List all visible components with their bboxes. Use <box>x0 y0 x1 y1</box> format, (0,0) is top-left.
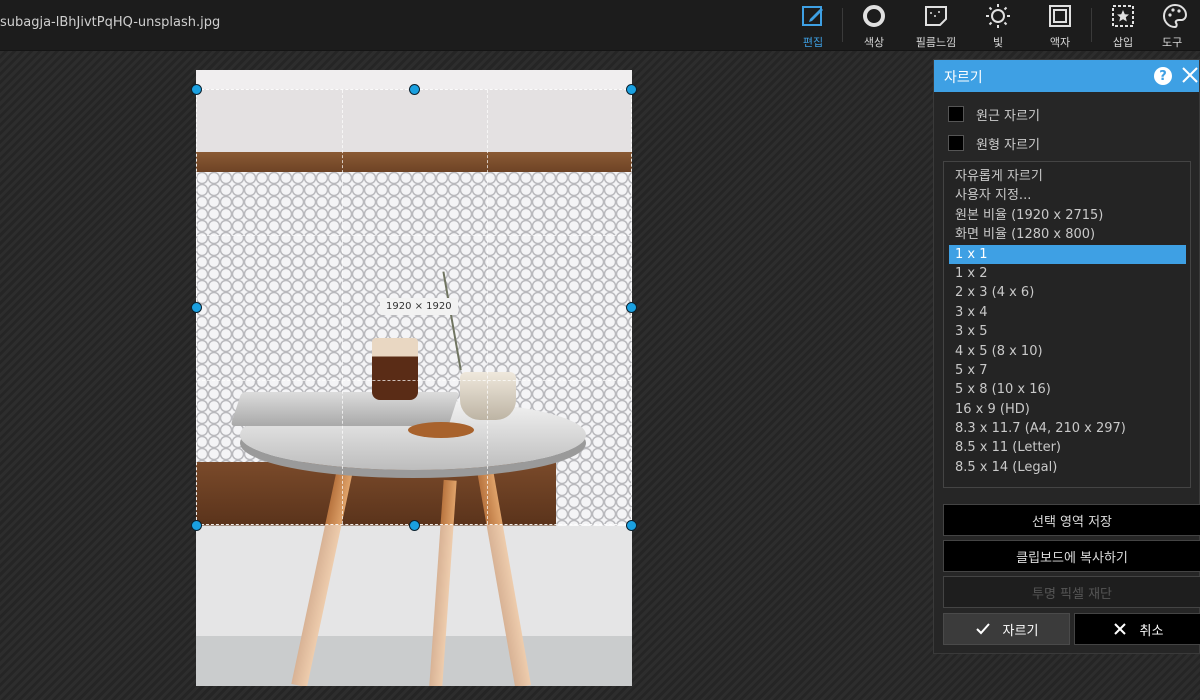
tool-light-label: 빛 <box>992 36 1004 49</box>
crop-panel: 자르기 ? 원근 자르기 원형 자르기 자유롭게 자르기 사용자 지정... 원본 … <box>933 59 1200 654</box>
tool-color-label: 색상 <box>863 36 885 49</box>
crop-panel-title: 자르기 <box>944 70 983 86</box>
tool-light[interactable]: 빛 <box>967 0 1029 50</box>
star-insert-icon <box>1110 3 1136 34</box>
help-icon[interactable]: ? <box>1154 67 1172 85</box>
aspect-ratio-option[interactable]: 3 x 5 <box>949 322 1186 341</box>
crop-handle-top-right[interactable] <box>626 84 637 95</box>
perspective-crop-checkbox[interactable] <box>948 106 964 122</box>
aspect-ratio-option[interactable]: 원본 비율 (1920 x 2715) <box>949 206 1186 225</box>
crop-handle-bottom[interactable] <box>409 520 420 531</box>
aspect-ratio-option[interactable]: 사용자 지정... <box>949 186 1186 205</box>
tool-frame[interactable]: 액자 <box>1029 0 1091 50</box>
aspect-ratio-option[interactable]: 8.5 x 14 (Legal) <box>949 458 1186 477</box>
copy-to-clipboard-button[interactable]: 클립보드에 복사하기 <box>943 540 1200 572</box>
aspect-ratio-option[interactable]: 1 x 1 <box>949 244 1186 264</box>
aspect-ratio-option[interactable]: 8.3 x 11.7 (A4, 210 x 297) <box>949 419 1186 438</box>
apply-crop-button[interactable]: 자르기 <box>943 613 1070 645</box>
aspect-ratio-option[interactable]: 8.5 x 11 (Letter) <box>949 438 1186 457</box>
save-selection-button[interactable]: 선택 영역 저장 <box>943 504 1200 536</box>
tool-tools-label: 도구 <box>1162 36 1183 49</box>
crop-handle-bottom-left[interactable] <box>191 520 202 531</box>
file-name: subagja-lBhJivtPqHQ-unsplash.jpg <box>0 15 221 30</box>
aspect-ratio-option[interactable]: 4 x 5 (8 x 10) <box>949 342 1186 361</box>
tool-edit-label: 편집 <box>802 36 824 49</box>
aspect-ratio-option[interactable]: 자유롭게 자르기 <box>949 167 1186 186</box>
cancel-crop-label: 취소 <box>1139 623 1164 639</box>
edit-icon <box>800 3 826 34</box>
crop-handle-right[interactable] <box>626 302 637 313</box>
crop-grid-line <box>487 90 488 524</box>
crop-handle-top[interactable] <box>409 84 420 95</box>
crop-grid-line <box>197 380 631 381</box>
sun-icon <box>985 3 1011 34</box>
crop-panel-header: 자르기 ? <box>934 60 1199 92</box>
tool-edit[interactable]: 편집 <box>784 0 842 50</box>
perspective-crop-label: 원근 자르기 <box>976 108 1040 124</box>
crop-handle-left[interactable] <box>191 302 202 313</box>
tool-color[interactable]: 색상 <box>843 0 905 50</box>
aspect-ratio-list[interactable]: 자유롭게 자르기 사용자 지정... 원본 비율 (1920 x 2715) 화면 비… <box>943 161 1191 488</box>
checkmark-icon <box>975 621 991 637</box>
aspect-ratio-option[interactable]: 5 x 7 <box>949 361 1186 380</box>
tool-frame-label: 액자 <box>1049 36 1071 49</box>
palette-icon <box>1162 3 1188 34</box>
circle-crop-label: 원형 자르기 <box>976 137 1040 153</box>
crop-grid-line <box>342 90 343 524</box>
tool-insert[interactable]: 삽입 <box>1092 0 1154 50</box>
trim-transparent-pixels-button[interactable]: 투명 픽셀 재단 <box>943 576 1200 608</box>
tool-insert-label: 삽입 <box>1112 36 1134 49</box>
close-icon <box>1112 621 1128 637</box>
film-icon <box>923 3 949 34</box>
aspect-ratio-option[interactable]: 3 x 4 <box>949 303 1186 322</box>
apply-crop-label: 자르기 <box>1002 623 1039 639</box>
perspective-crop-option[interactable]: 원근 자르기 <box>948 104 1040 124</box>
cancel-crop-button[interactable]: 취소 <box>1074 613 1200 645</box>
top-bar: subagja-lBhJivtPqHQ-unsplash.jpg 편집 색상 필… <box>0 0 1200 51</box>
color-circle-icon <box>861 3 887 34</box>
tool-film-label: 필름느낌 <box>915 36 957 49</box>
crop-handle-top-left[interactable] <box>191 84 202 95</box>
aspect-ratio-option[interactable]: 1 x 2 <box>949 264 1186 283</box>
close-icon[interactable] <box>1180 65 1200 85</box>
tool-tools[interactable]: 도구 <box>1154 0 1200 50</box>
frame-icon <box>1047 3 1073 34</box>
crop-size-label: 1920 × 1920 <box>380 298 458 315</box>
toolbar: 편집 색상 필름느낌 빛 액자 삽입 도구 <box>784 0 1200 50</box>
aspect-ratio-option[interactable]: 16 x 9 (HD) <box>949 400 1186 419</box>
crop-outside-overlay <box>196 525 632 686</box>
crop-grid-line <box>197 235 631 236</box>
aspect-ratio-option[interactable]: 화면 비율 (1280 x 800) <box>949 225 1186 244</box>
aspect-ratio-option[interactable]: 2 x 3 (4 x 6) <box>949 283 1186 302</box>
tool-film[interactable]: 필름느낌 <box>905 0 967 50</box>
aspect-ratio-option[interactable]: 5 x 8 (10 x 16) <box>949 380 1186 399</box>
crop-handle-bottom-right[interactable] <box>626 520 637 531</box>
circle-crop-checkbox[interactable] <box>948 135 964 151</box>
circle-crop-option[interactable]: 원형 자르기 <box>948 133 1040 153</box>
